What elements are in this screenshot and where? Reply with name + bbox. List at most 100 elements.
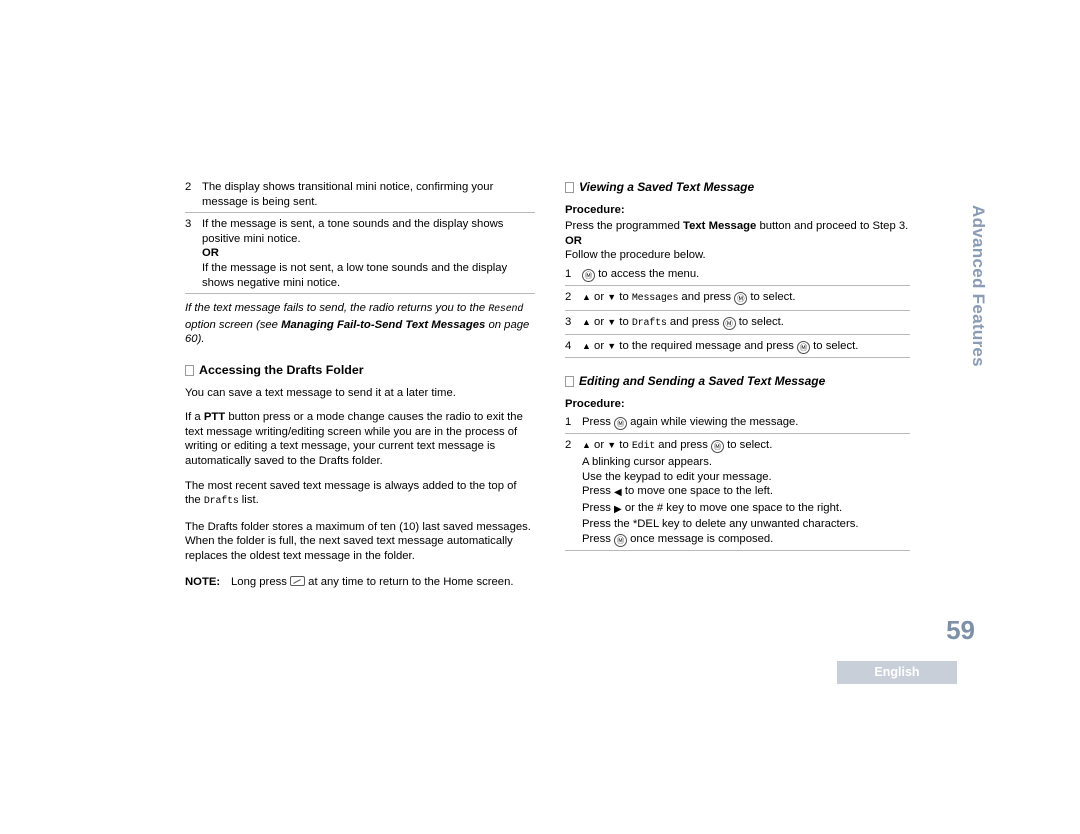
square-bullet-icon bbox=[565, 182, 574, 193]
menu-key-icon: Ⓜ bbox=[797, 341, 811, 355]
menu-key-icon: Ⓜ bbox=[614, 417, 628, 431]
procedure-label-1: Procedure: bbox=[565, 203, 625, 216]
step-text: ▲ or ▼ to Drafts and press Ⓜ to select. bbox=[582, 315, 910, 332]
sub-line-right: Press ▶ or the # key to move one space t… bbox=[582, 501, 910, 518]
procedure-label-2: Procedure: bbox=[565, 397, 625, 410]
resend-option: Resend bbox=[488, 304, 524, 316]
right-step-divider-2 bbox=[565, 309, 910, 311]
or-text: or bbox=[590, 439, 608, 452]
step-text: If the message is sent, a tone sounds an… bbox=[202, 218, 504, 245]
heading-text: Accessing the Drafts Folder bbox=[199, 362, 364, 377]
edit-step-2: 2 ▲ or ▼ to Edit and press Ⓜ to select. … bbox=[565, 438, 910, 547]
step-mid: to bbox=[616, 315, 632, 328]
step-number: 3 bbox=[565, 315, 572, 328]
note-text: Long press at any time to return to the … bbox=[231, 576, 514, 588]
step-text-tail: to select. bbox=[735, 315, 784, 328]
heading-editing-sending-saved-message: Editing and Sending a Saved Text Message bbox=[565, 374, 910, 389]
manual-page: 2 The display shows transitional mini no… bbox=[0, 0, 1080, 834]
paragraph-most-recent: The most recent saved text message is al… bbox=[185, 479, 535, 510]
home-key-icon bbox=[290, 576, 306, 587]
up-arrow-icon: ▲ bbox=[582, 291, 591, 302]
menu-item-edit: Edit bbox=[631, 441, 656, 453]
square-bullet-icon bbox=[565, 376, 574, 388]
menu-item-drafts: Drafts bbox=[631, 317, 667, 329]
down-arrow-icon: ▼ bbox=[607, 316, 617, 327]
up-arrow-icon: ▲ bbox=[582, 341, 591, 352]
paragraph-ptt-exit: If a PTT button press or a mode change c… bbox=[185, 410, 535, 468]
note-label: NOTE: bbox=[185, 576, 221, 589]
ptt-label: PTT bbox=[203, 411, 226, 424]
step-text-tail: to access the menu. bbox=[595, 267, 700, 280]
step-number: 2 bbox=[185, 181, 192, 193]
sub-line-cursor: A blinking cursor appears. bbox=[582, 455, 712, 468]
step-text-alt: If the message is not sent, a low tone s… bbox=[202, 261, 508, 289]
step-mid: to bbox=[616, 290, 632, 303]
menu-key-icon: Ⓜ bbox=[614, 533, 628, 547]
sub-line-done: Press Ⓜ once message is composed. bbox=[582, 532, 910, 547]
note-text-a: Long press bbox=[231, 576, 291, 589]
menu-key-icon: Ⓜ bbox=[710, 440, 724, 454]
fail-to-send-note: If the text message fails to send, the r… bbox=[185, 301, 535, 347]
step-pre: Press bbox=[582, 416, 615, 429]
edit-step-divider-2 bbox=[565, 549, 910, 551]
page-number: 59 bbox=[946, 615, 975, 645]
step-text-tail: to select. bbox=[747, 290, 796, 303]
step-mid-2: and press bbox=[678, 290, 735, 303]
para3-part-b: list. bbox=[238, 494, 259, 507]
chapter-side-tab: Advanced Features bbox=[969, 205, 988, 367]
step-text: Ⓜ to access the menu. bbox=[582, 267, 910, 282]
step-text-tail: again while viewing the message. bbox=[627, 416, 799, 429]
right-step-divider-3 bbox=[565, 334, 910, 336]
line-left-a: Press bbox=[582, 485, 615, 498]
note-block: NOTE: Long press at any time to return t… bbox=[185, 575, 535, 590]
note-text-b: at any time to return to the Home screen… bbox=[305, 576, 514, 589]
text-message-button-label: Text Message bbox=[683, 220, 757, 233]
step-2-top: 2 The display shows transitional mini no… bbox=[185, 180, 535, 209]
intro-part-b: button and proceed to Step 3. bbox=[756, 220, 909, 233]
note-cross-reference: Managing Fail-to-Send Text Messages bbox=[281, 318, 486, 331]
step-text-tail: to select. bbox=[723, 439, 773, 452]
step-or-label: OR bbox=[202, 247, 219, 260]
down-arrow-icon: ▼ bbox=[607, 440, 617, 451]
line-right-b: or the # key to move one space to the ri… bbox=[621, 501, 843, 514]
sub-line-left: Press ◀ to move one space to the left. bbox=[582, 484, 910, 501]
or-text: or bbox=[590, 315, 608, 328]
step-text-tail: to select. bbox=[810, 340, 859, 353]
step-mid: to the required message and press bbox=[616, 340, 798, 353]
step-divider bbox=[185, 212, 535, 214]
down-arrow-icon: ▼ bbox=[607, 341, 617, 352]
step-mid: to bbox=[616, 439, 632, 452]
right-step-4: 4 ▲ or ▼ to the required message and pre… bbox=[565, 339, 910, 355]
or-text: or bbox=[590, 290, 608, 303]
step-text: Press Ⓜ again while viewing the message. bbox=[582, 415, 910, 431]
heading-text: Viewing a Saved Text Message bbox=[579, 180, 755, 194]
menu-key-icon: Ⓜ bbox=[582, 268, 595, 282]
sub-line-keypad: Use the keypad to edit your message. bbox=[582, 470, 772, 483]
left-arrow-icon: ◀ bbox=[614, 487, 622, 499]
paragraph-folder-capacity: The Drafts folder stores a maximum of te… bbox=[185, 520, 531, 562]
or-label-right: OR bbox=[565, 234, 582, 247]
step-number: 1 bbox=[565, 416, 572, 429]
menu-key-icon: Ⓜ bbox=[722, 316, 736, 330]
line-done-a: Press bbox=[582, 532, 615, 545]
step-divider-2 bbox=[185, 293, 535, 295]
drafts-list-label: Drafts bbox=[203, 496, 239, 508]
heading-viewing-saved-text-message: Viewing a Saved Text Message bbox=[565, 180, 910, 195]
procedure-intro: Press the programmed Text Message button… bbox=[565, 219, 910, 234]
step-number: 1 bbox=[565, 267, 572, 280]
step-text: ▲ or ▼ to Messages and press Ⓜ to select… bbox=[582, 290, 910, 307]
edit-step-1: 1 Press Ⓜ again while viewing the messag… bbox=[565, 415, 910, 431]
intro-part-a: Press the programmed bbox=[565, 220, 684, 233]
follow-procedure-text: Follow the procedure below. bbox=[565, 249, 706, 262]
right-step-2: 2 ▲ or ▼ to Messages and press Ⓜ to sele… bbox=[565, 290, 910, 307]
menu-item-messages: Messages bbox=[631, 292, 679, 304]
line-left-b: to move one space to the left. bbox=[621, 485, 774, 498]
square-bullet-icon bbox=[185, 364, 194, 376]
step-mid-2: and press bbox=[666, 315, 723, 328]
step-3-top: 3 If the message is sent, a tone sounds … bbox=[185, 217, 535, 290]
note-part-2: option screen (see bbox=[185, 318, 282, 331]
right-step-1: 1 Ⓜ to access the menu. bbox=[565, 267, 910, 282]
note-part-1: If the text message fails to send, the r… bbox=[185, 302, 489, 315]
step-text: ▲ or ▼ to Edit and press Ⓜ to select. bbox=[582, 438, 910, 455]
right-step-divider-4 bbox=[565, 357, 910, 359]
